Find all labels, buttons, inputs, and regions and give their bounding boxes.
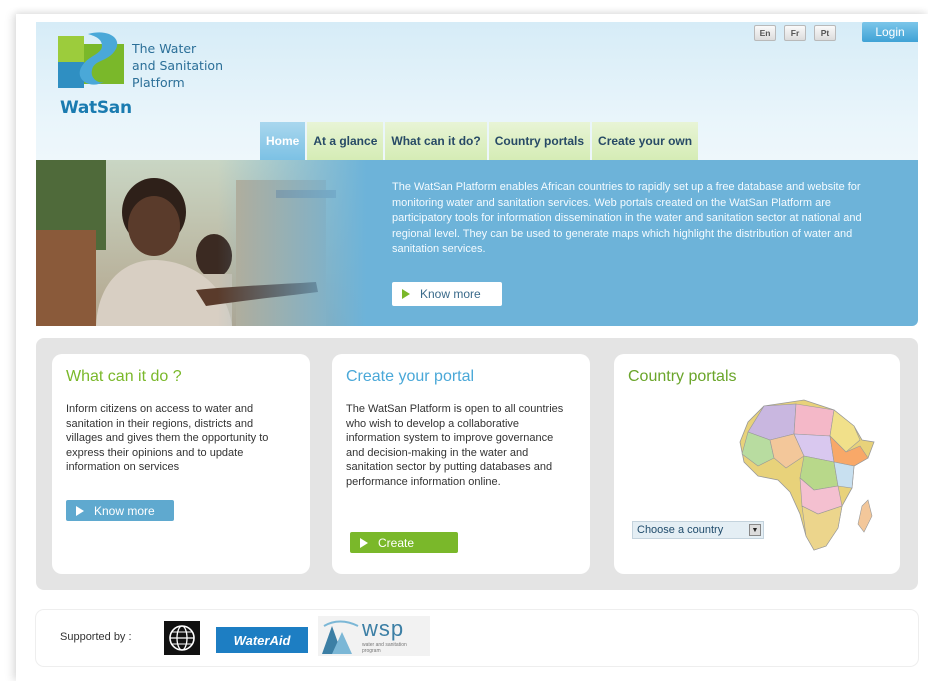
create-portal-card: Create your portal The WatSan Platform i… [332, 354, 590, 574]
globe-icon [169, 625, 195, 651]
world-bank-logo-icon[interactable] [164, 621, 200, 655]
wsp-logo-text: wsp [362, 616, 405, 641]
country-select[interactable]: Choose a country ▼ [632, 521, 764, 539]
create-button[interactable]: Create [350, 532, 458, 553]
what-can-it-do-card: What can it do ? Inform citizens on acce… [52, 354, 310, 574]
watsan-logo[interactable]: WatSan The Water and Sanitation Platform [56, 26, 256, 126]
nav-home[interactable]: Home [260, 122, 306, 160]
login-button[interactable]: Login [862, 22, 918, 42]
content-panel: What can it do ? Inform citizens on acce… [36, 338, 918, 590]
card-title: Create your portal [346, 368, 475, 385]
nav-what-can-it-do[interactable]: What can it do? [385, 122, 487, 160]
card-body: The WatSan Platform is open to all count… [346, 403, 564, 488]
wsp-waves-icon [322, 620, 359, 654]
card-title: What can it do ? [66, 368, 182, 385]
logo-tagline: The Water and Sanitation Platform [132, 40, 252, 91]
hero-know-more-label: Know more [420, 287, 481, 301]
nav-country-portals[interactable]: Country portals [488, 122, 591, 160]
hero-banner: The WatSan Platform enables African coun… [36, 160, 918, 326]
watsan-logo-mark-icon [58, 32, 124, 88]
wsp-logo-subtext: water and sanitation program [362, 642, 407, 654]
logo-tagline-line: Platform [132, 75, 185, 90]
create-label: Create [378, 535, 415, 550]
card-title: Country portals [628, 368, 737, 385]
lang-en-button[interactable]: En [754, 25, 776, 41]
site-header: WatSan The Water and Sanitation Platform… [36, 22, 918, 160]
language-switcher: En Fr Pt [754, 25, 836, 41]
supporters-footer: Supported by : WaterAid wsp water and sa… [36, 610, 918, 666]
nav-at-a-glance[interactable]: At a glance [307, 122, 384, 160]
lang-fr-button[interactable]: Fr [784, 25, 806, 41]
hero-description: The WatSan Platform enables African coun… [392, 181, 862, 255]
main-nav: Home At a glance What can it do? Country… [260, 118, 700, 160]
supported-by-label: Supported by : [60, 631, 132, 643]
lang-pt-button[interactable]: Pt [814, 25, 836, 41]
know-more-button[interactable]: Know more [66, 500, 174, 521]
play-arrow-icon [402, 289, 410, 299]
hero-know-more-button[interactable]: Know more [392, 282, 502, 306]
country-portals-card: Country portals Choose a country ▼ [614, 354, 900, 574]
play-arrow-icon [76, 505, 84, 516]
wsp-logo[interactable]: wsp water and sanitation program [318, 616, 430, 656]
logo-brand: WatSan [60, 98, 132, 118]
card-body: Inform citizens on access to water and s… [66, 403, 269, 473]
chevron-down-icon: ▼ [749, 524, 761, 536]
logo-tagline-line: and Sanitation [132, 58, 223, 73]
play-arrow-icon [360, 537, 368, 548]
logo-tagline-line: The Water [132, 41, 197, 56]
nav-create-your-own[interactable]: Create your own [592, 122, 699, 160]
country-select-value: Choose a country [637, 524, 724, 536]
wateraid-logo[interactable]: WaterAid [216, 627, 308, 653]
know-more-label: Know more [94, 503, 155, 518]
hero-photo [36, 160, 366, 326]
wateraid-logo-text: WaterAid [233, 632, 291, 648]
